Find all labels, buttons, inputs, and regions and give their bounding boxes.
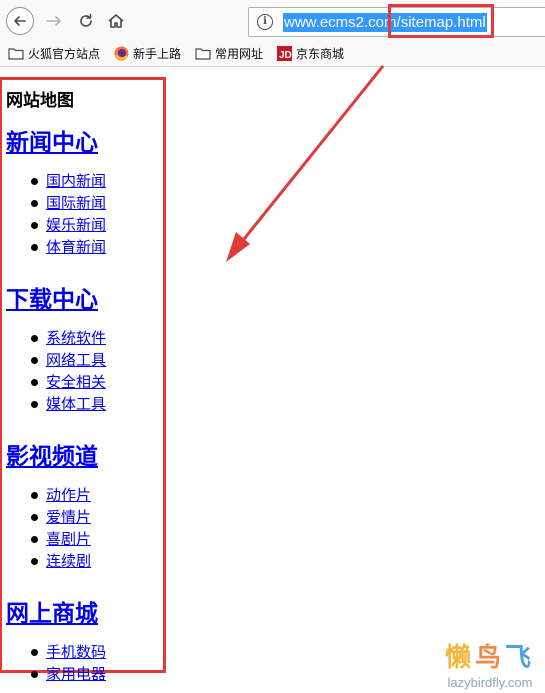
watermark-char: 飞 xyxy=(505,643,536,673)
watermark-char: 鸟 xyxy=(474,643,505,673)
watermark-url: lazybirdfly.com xyxy=(447,675,533,690)
watermark: 懒鸟飞 lazybirdfly.com xyxy=(435,643,545,691)
watermark-logo: 懒鸟飞 xyxy=(435,643,545,673)
arrow-shaft xyxy=(238,65,385,245)
annotation-arrow xyxy=(226,65,385,262)
watermark-char: 懒 xyxy=(444,643,475,673)
